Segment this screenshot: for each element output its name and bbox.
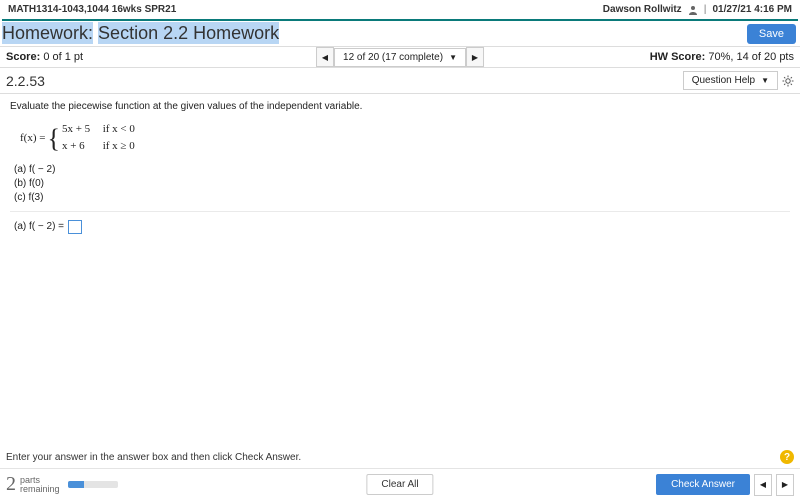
question-nav: ◀ 12 of 20 (17 complete) ▼ ▶ [316,47,484,67]
clear-all-button[interactable]: Clear All [366,474,433,495]
save-button[interactable]: Save [747,24,796,44]
parts-text: parts remaining [20,476,60,494]
center-actions: Clear All [366,474,433,495]
top-right: Dawson Rollwitz | 01/27/21 4:16 PM [603,4,792,15]
action-row: 2 parts remaining Clear All Check Answer… [0,468,800,500]
case-1: 5x + 5 if x < 0 [62,122,135,137]
piecewise-cases: 5x + 5 if x < 0 x + 6 if x ≥ 0 [62,122,135,155]
user-name: Dawson Rollwitz [603,4,682,15]
piecewise-function: f(x) = { 5x + 5 if x < 0 x + 6 if x ≥ 0 [20,122,790,155]
user-icon[interactable] [688,5,698,15]
divider: | [704,4,707,15]
question-tools: Question Help ▼ [683,71,794,90]
question-help-button[interactable]: Question Help ▼ [683,71,778,90]
chevron-left-icon: ◀ [322,53,328,62]
case-2: x + 6 if x ≥ 0 [62,139,135,154]
next-question-button[interactable]: ▶ [466,47,484,67]
instruction-row: Enter your answer in the answer box and … [0,446,800,468]
answer-label: (a) f( − 2) = [14,220,64,234]
datetime: 01/27/21 4:16 PM [713,4,793,15]
question-help-label: Question Help [692,75,755,86]
fx-label: f(x) = [20,131,45,146]
homework-name: Section 2.2 Homework [98,22,279,44]
chevron-down-icon: ▼ [761,76,769,85]
footer-prev-button[interactable]: ◀ [754,474,772,496]
hw-score-value: 70%, 14 of 20 pts [708,51,794,63]
brace-icon: { [47,131,59,147]
instruction-text: Enter your answer in the answer box and … [6,452,301,463]
top-bar: MATH1314-1043,1044 16wks SPR21 Dawson Ro… [0,0,800,19]
answer-line: (a) f( − 2) = [14,220,790,234]
answer-input[interactable] [68,220,82,234]
homework-row: Homework: Section 2.2 Homework Save [0,21,800,46]
case2-cond: if x ≥ 0 [103,140,135,152]
parts-remaining: 2 parts remaining [6,473,118,496]
score-row: Score: 0 of 1 pt ◀ 12 of 20 (17 complete… [0,46,800,68]
check-answer-button[interactable]: Check Answer [656,474,750,495]
parts-count: 2 [6,473,16,496]
part-a: (a) f( − 2) [14,163,790,177]
homework-title: Homework: Section 2.2 Homework [2,23,279,44]
question-number: 2.2.53 [6,73,45,89]
question-selector[interactable]: 12 of 20 (17 complete) ▼ [334,48,466,67]
help-icon[interactable]: ? [780,450,794,464]
nav-text: 12 of 20 (17 complete) [343,52,443,63]
part-c: (c) f(3) [14,191,790,205]
prev-question-button[interactable]: ◀ [316,47,334,67]
homework-label: Homework: [2,22,93,44]
case1-expr: 5x + 5 [62,122,100,137]
footer: Enter your answer in the answer box and … [0,446,800,500]
footer-next-button[interactable]: ▶ [776,474,794,496]
score-left: Score: 0 of 1 pt [6,51,83,63]
score-label: Score: [6,51,40,63]
chevron-left-icon: ◀ [760,480,766,489]
hw-score-label: HW Score: [650,51,706,63]
question-number-row: 2.2.53 Question Help ▼ [0,68,800,94]
problem-prompt: Evaluate the piecewise function at the g… [10,100,790,114]
problem-content: Evaluate the piecewise function at the g… [0,94,800,240]
chevron-right-icon: ▶ [472,53,478,62]
hw-score: HW Score: 70%, 14 of 20 pts [650,51,794,63]
progress-fill [68,481,85,488]
chevron-right-icon: ▶ [782,480,788,489]
gear-icon[interactable] [782,75,794,87]
course-code: MATH1314-1043,1044 16wks SPR21 [8,4,176,15]
progress-bar [68,481,118,488]
score-value: 0 of 1 pt [43,51,83,63]
chevron-down-icon: ▼ [449,53,457,62]
case2-expr: x + 6 [62,139,100,154]
content-divider [10,211,790,212]
parts-list: (a) f( − 2) (b) f(0) (c) f(3) [14,163,790,205]
case1-cond: if x < 0 [103,123,135,135]
remaining-word: remaining [20,485,60,494]
right-actions: Check Answer ◀ ▶ [656,474,794,496]
part-b: (b) f(0) [14,177,790,191]
